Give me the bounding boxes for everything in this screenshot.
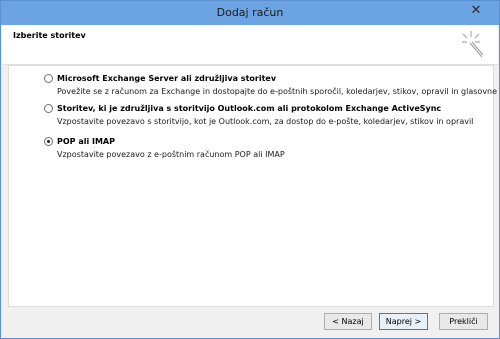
service-options-panel: Microsoft Exchange Server ali združljiva… [8, 65, 500, 307]
cancel-button[interactable]: Prekliči [439, 313, 488, 330]
radio-outlook-com[interactable] [44, 104, 53, 113]
title-bar[interactable]: Dodaj račun ✕ [1, 1, 499, 25]
wizard-sparkle-icon [462, 31, 484, 58]
window-title: Dodaj račun [216, 6, 284, 19]
option-pop-imap-label[interactable]: POP ali IMAP [57, 137, 115, 146]
next-button[interactable]: Naprej > [379, 313, 428, 330]
option-pop-imap-description: Vzpostavite povezavo z e-poštnim računom… [57, 150, 285, 159]
option-outlook-com-label[interactable]: Storitev, ki je združljiva s storitvijo … [57, 104, 441, 113]
option-outlook-com-description: Vzpostavite povezavo s storitvijo, kot j… [57, 117, 474, 126]
option-exchange-description: Povežite se z računom za Exchange in dos… [57, 87, 500, 96]
close-button[interactable]: ✕ [458, 2, 494, 19]
option-exchange-label[interactable]: Microsoft Exchange Server ali združljiva… [57, 74, 276, 83]
radio-exchange[interactable] [44, 74, 53, 83]
page-title: Izberite storitev [13, 31, 86, 40]
add-account-dialog: Dodaj račun ✕ Izberite storitev Microsof… [0, 0, 500, 339]
back-button[interactable]: < Nazaj [324, 313, 372, 330]
radio-pop-imap[interactable] [44, 137, 53, 146]
wizard-header: Izberite storitev [2, 25, 498, 65]
